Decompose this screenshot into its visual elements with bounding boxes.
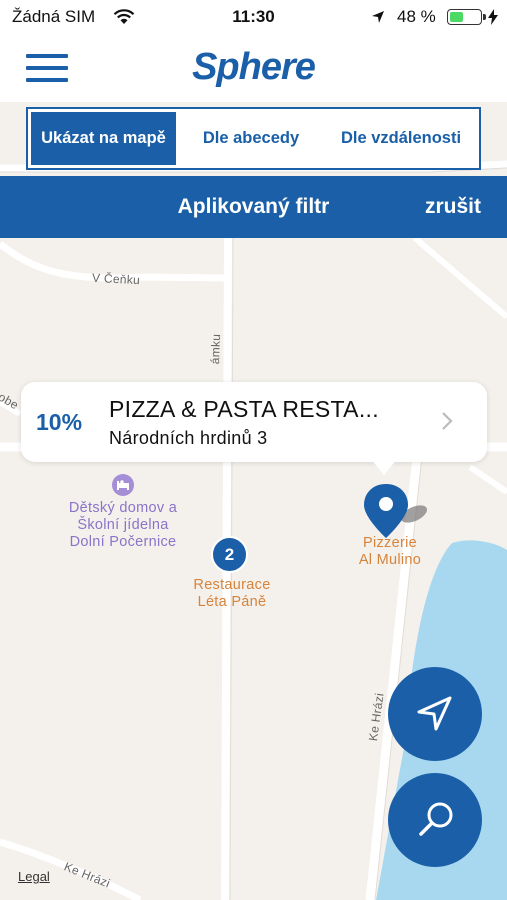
search-button[interactable] [388,773,482,867]
poi-label-pizzerie[interactable]: Pizzerie Al Mulino [340,535,440,569]
segment-alphabetical[interactable]: Dle abecedy [176,112,326,165]
place-name: PIZZA & PASTA RESTA... [109,396,379,422]
battery-percent: 48 % [397,7,436,26]
navigation-arrow-icon [417,696,452,731]
view-mode-segmented-control: Ukázat na mapě Dle abecedy Dle vzdálenos… [26,107,481,170]
callout-tail [371,459,397,475]
segment-map[interactable]: Ukázat na mapě [31,112,176,165]
nav-bar: Sphere [0,34,507,102]
street-label-amku: ámku [208,333,224,365]
location-arrow-icon [372,11,384,23]
chevron-right-icon [442,412,453,430]
cancel-filter-button[interactable]: zrušit [425,195,481,219]
place-address: Národních hrdinů 3 [109,428,268,448]
map-pin-icon[interactable] [362,482,442,542]
poi-label-restaurace[interactable]: Restaurace Léta Páně [162,577,302,611]
charging-bolt-icon [488,9,498,25]
legal-link[interactable]: Legal [18,869,50,884]
cluster-marker[interactable]: 2 [211,536,248,573]
discount-label: 10% [36,409,83,435]
place-callout[interactable]: 10% PIZZA & PASTA RESTA... Národních hrd… [21,382,487,475]
status-bar: Žádná SIM 11:30 48 % [0,0,507,34]
street-label-v-cenku: V Čeňku [91,270,141,288]
hotel-icon[interactable] [112,474,134,496]
poi-label-childrens-home[interactable]: Dětský domov a Školní jídelna Dolní Poče… [40,500,206,551]
battery-icon [447,9,486,25]
search-icon [419,802,453,836]
applied-filter-bar: Aplikovaný filtr zrušit [0,176,507,238]
locate-me-button[interactable] [388,667,482,761]
app-logo: Sphere [192,46,316,88]
segment-distance[interactable]: Dle vzdálenosti [326,112,476,165]
